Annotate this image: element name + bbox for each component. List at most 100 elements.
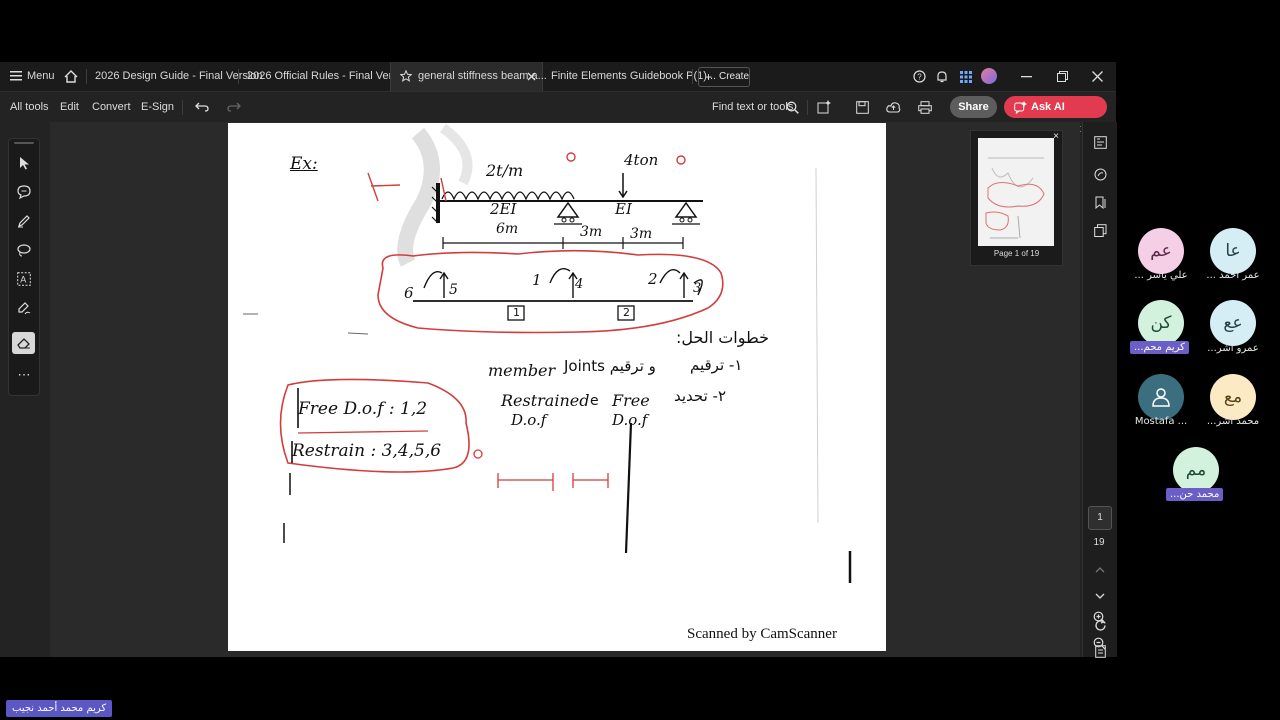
- dimension-3-label: 3m: [630, 226, 653, 242]
- plus-icon: +: [705, 70, 713, 84]
- left-tools-rail: A ⋯: [8, 138, 40, 396]
- participants-panel: عم ... علي ياسر عا ... عمر أحمد كن ...كر…: [1120, 220, 1280, 520]
- help-icon[interactable]: ?: [912, 69, 927, 84]
- select-cursor-icon[interactable]: [16, 155, 32, 171]
- apps-grid-icon[interactable]: [958, 69, 973, 84]
- participant-avatar[interactable]: كن: [1138, 300, 1184, 346]
- redo-icon[interactable]: [226, 99, 242, 115]
- lasso-icon[interactable]: [16, 242, 32, 258]
- user-silhouette-icon: [1152, 388, 1170, 407]
- eraser-icon: [16, 336, 31, 350]
- text-box-icon[interactable]: A: [16, 271, 32, 287]
- total-pages-label: 19: [1093, 537, 1105, 548]
- bookmarks-icon[interactable]: [1092, 194, 1108, 210]
- participant-name: ... علي ياسر: [1134, 270, 1188, 281]
- menu-label[interactable]: Menu: [27, 62, 55, 91]
- restrain-dof-list: Restrain : 3,4,5,6: [292, 441, 442, 461]
- tab-bar: Menu 2026 Design Guide - Final Version 2…: [0, 62, 1116, 92]
- pen-icon[interactable]: [16, 213, 32, 229]
- participant-avatar[interactable]: عم: [1138, 228, 1184, 274]
- dof-6-label: 6: [404, 284, 414, 302]
- participant-avatar[interactable]: عع: [1210, 300, 1256, 346]
- udl-load-label: 2t/m: [486, 161, 524, 180]
- pdf-page[interactable]: Ex: 2t/m 4ton 2EI EI 6m 3m 3m 6 5 1 4 2 …: [228, 123, 886, 651]
- esign-button[interactable]: E-Sign: [141, 92, 174, 122]
- step1-prefix: ١- ترقيم: [690, 356, 743, 374]
- toolbar: All tools Edit Convert E-Sign Find text …: [0, 92, 1116, 135]
- acrobat-window: Menu 2026 Design Guide - Final Version 2…: [0, 62, 1117, 658]
- page-thumbnail[interactable]: [978, 138, 1054, 246]
- star-icon[interactable]: [399, 69, 413, 83]
- free-label: Free: [612, 391, 650, 410]
- right-rail: 1 19: [1082, 122, 1117, 658]
- user-avatar-icon[interactable]: [981, 68, 997, 84]
- participant-name: ...محمد أشر: [1206, 416, 1260, 427]
- all-tools-button[interactable]: All tools: [10, 92, 49, 122]
- undo-icon[interactable]: [194, 99, 210, 115]
- zoom-in-icon[interactable]: [1091, 609, 1107, 625]
- member-1-label: 1: [513, 306, 520, 319]
- dof-5-label: 5: [449, 282, 458, 298]
- svg-text:?: ?: [917, 73, 922, 82]
- participant-name: ... عمر أحمد: [1206, 270, 1260, 281]
- close-tab-icon[interactable]: [525, 70, 537, 82]
- convert-button[interactable]: Convert: [92, 92, 131, 122]
- page-details-icon[interactable]: [1092, 134, 1108, 150]
- dof-1-label: 1: [532, 271, 542, 289]
- minimize-icon[interactable]: [1019, 69, 1034, 84]
- tab-stiffness-beam[interactable]: general stiffness beam a...: [390, 62, 547, 91]
- next-page-icon[interactable]: [1092, 589, 1108, 603]
- bell-icon[interactable]: [934, 69, 949, 84]
- home-icon[interactable]: [63, 68, 79, 84]
- participant-avatar[interactable]: عا: [1210, 228, 1256, 274]
- previous-page-icon[interactable]: [1092, 563, 1108, 577]
- span2-stiffness-label: EI: [615, 200, 632, 218]
- zoom-out-icon[interactable]: [1091, 635, 1107, 651]
- share-button[interactable]: Share: [950, 96, 997, 118]
- page-thumbnail-panel: × Page 1 of 19: [970, 130, 1063, 266]
- restore-icon[interactable]: [1055, 69, 1070, 84]
- search-icon[interactable]: [784, 99, 800, 115]
- dof-4-label: 4: [575, 277, 584, 292]
- dimension-1-label: 6m: [496, 221, 519, 237]
- thumbnail-caption: Page 1 of 19: [993, 249, 1040, 258]
- rail-grip[interactable]: [14, 142, 34, 144]
- ai-tools-icon[interactable]: [816, 99, 832, 115]
- participant-name: ...عمرو أشر: [1207, 343, 1259, 354]
- upload-cloud-icon[interactable]: [885, 99, 901, 115]
- save-icon[interactable]: [854, 99, 870, 115]
- participant-avatar[interactable]: [1138, 374, 1184, 420]
- tab-official-rules[interactable]: 2026 Official Rules - Final Version: [247, 62, 413, 91]
- participant-avatar[interactable]: مم: [1173, 447, 1219, 493]
- restrained-label: Restrained: [501, 391, 590, 410]
- example-label: Ex:: [290, 154, 318, 174]
- solution-steps-heading: خطوات الحل:: [676, 328, 770, 347]
- step1-joints-text: Joints و ترقيم: [564, 357, 656, 375]
- hamburger-menu-icon[interactable]: [9, 69, 23, 83]
- dof-2-label: 2: [648, 270, 658, 288]
- print-icon[interactable]: [917, 99, 933, 115]
- edit-button[interactable]: Edit: [60, 92, 79, 122]
- participant-name: ...كريم محم: [1130, 341, 1189, 354]
- copy-pages-icon[interactable]: [1092, 222, 1108, 238]
- scanned-notes-drawing: [243, 123, 852, 583]
- current-page-field[interactable]: 1: [1088, 506, 1112, 530]
- comments-icon[interactable]: [1092, 166, 1108, 182]
- close-window-icon[interactable]: [1090, 69, 1105, 84]
- participant-avatar[interactable]: مع: [1210, 374, 1256, 420]
- dimension-2-label: 3m: [580, 224, 603, 240]
- participant-name: Mostafa ...: [1134, 416, 1188, 427]
- comment-icon[interactable]: [16, 184, 32, 200]
- eraser-tool-button[interactable]: [12, 332, 35, 354]
- find-text-input[interactable]: Find text or tools: [712, 92, 793, 122]
- presenter-name-caption: كريم محمد أحمد نجيب: [6, 700, 113, 717]
- ask-ai-assistant-button[interactable]: Ask AI Assistant: [1004, 96, 1107, 135]
- member-2-label: 2: [623, 306, 630, 319]
- span1-stiffness-label: 2EI: [490, 200, 517, 218]
- create-button[interactable]: + Create: [698, 67, 750, 87]
- step2-prefix: ٢- تحديد: [674, 387, 727, 405]
- participant-name: ...محمد حن: [1166, 488, 1224, 501]
- more-tools-icon[interactable]: ⋯: [16, 367, 32, 382]
- fill-sign-icon[interactable]: [16, 300, 32, 316]
- free-dof-label: D.o.f: [612, 411, 648, 429]
